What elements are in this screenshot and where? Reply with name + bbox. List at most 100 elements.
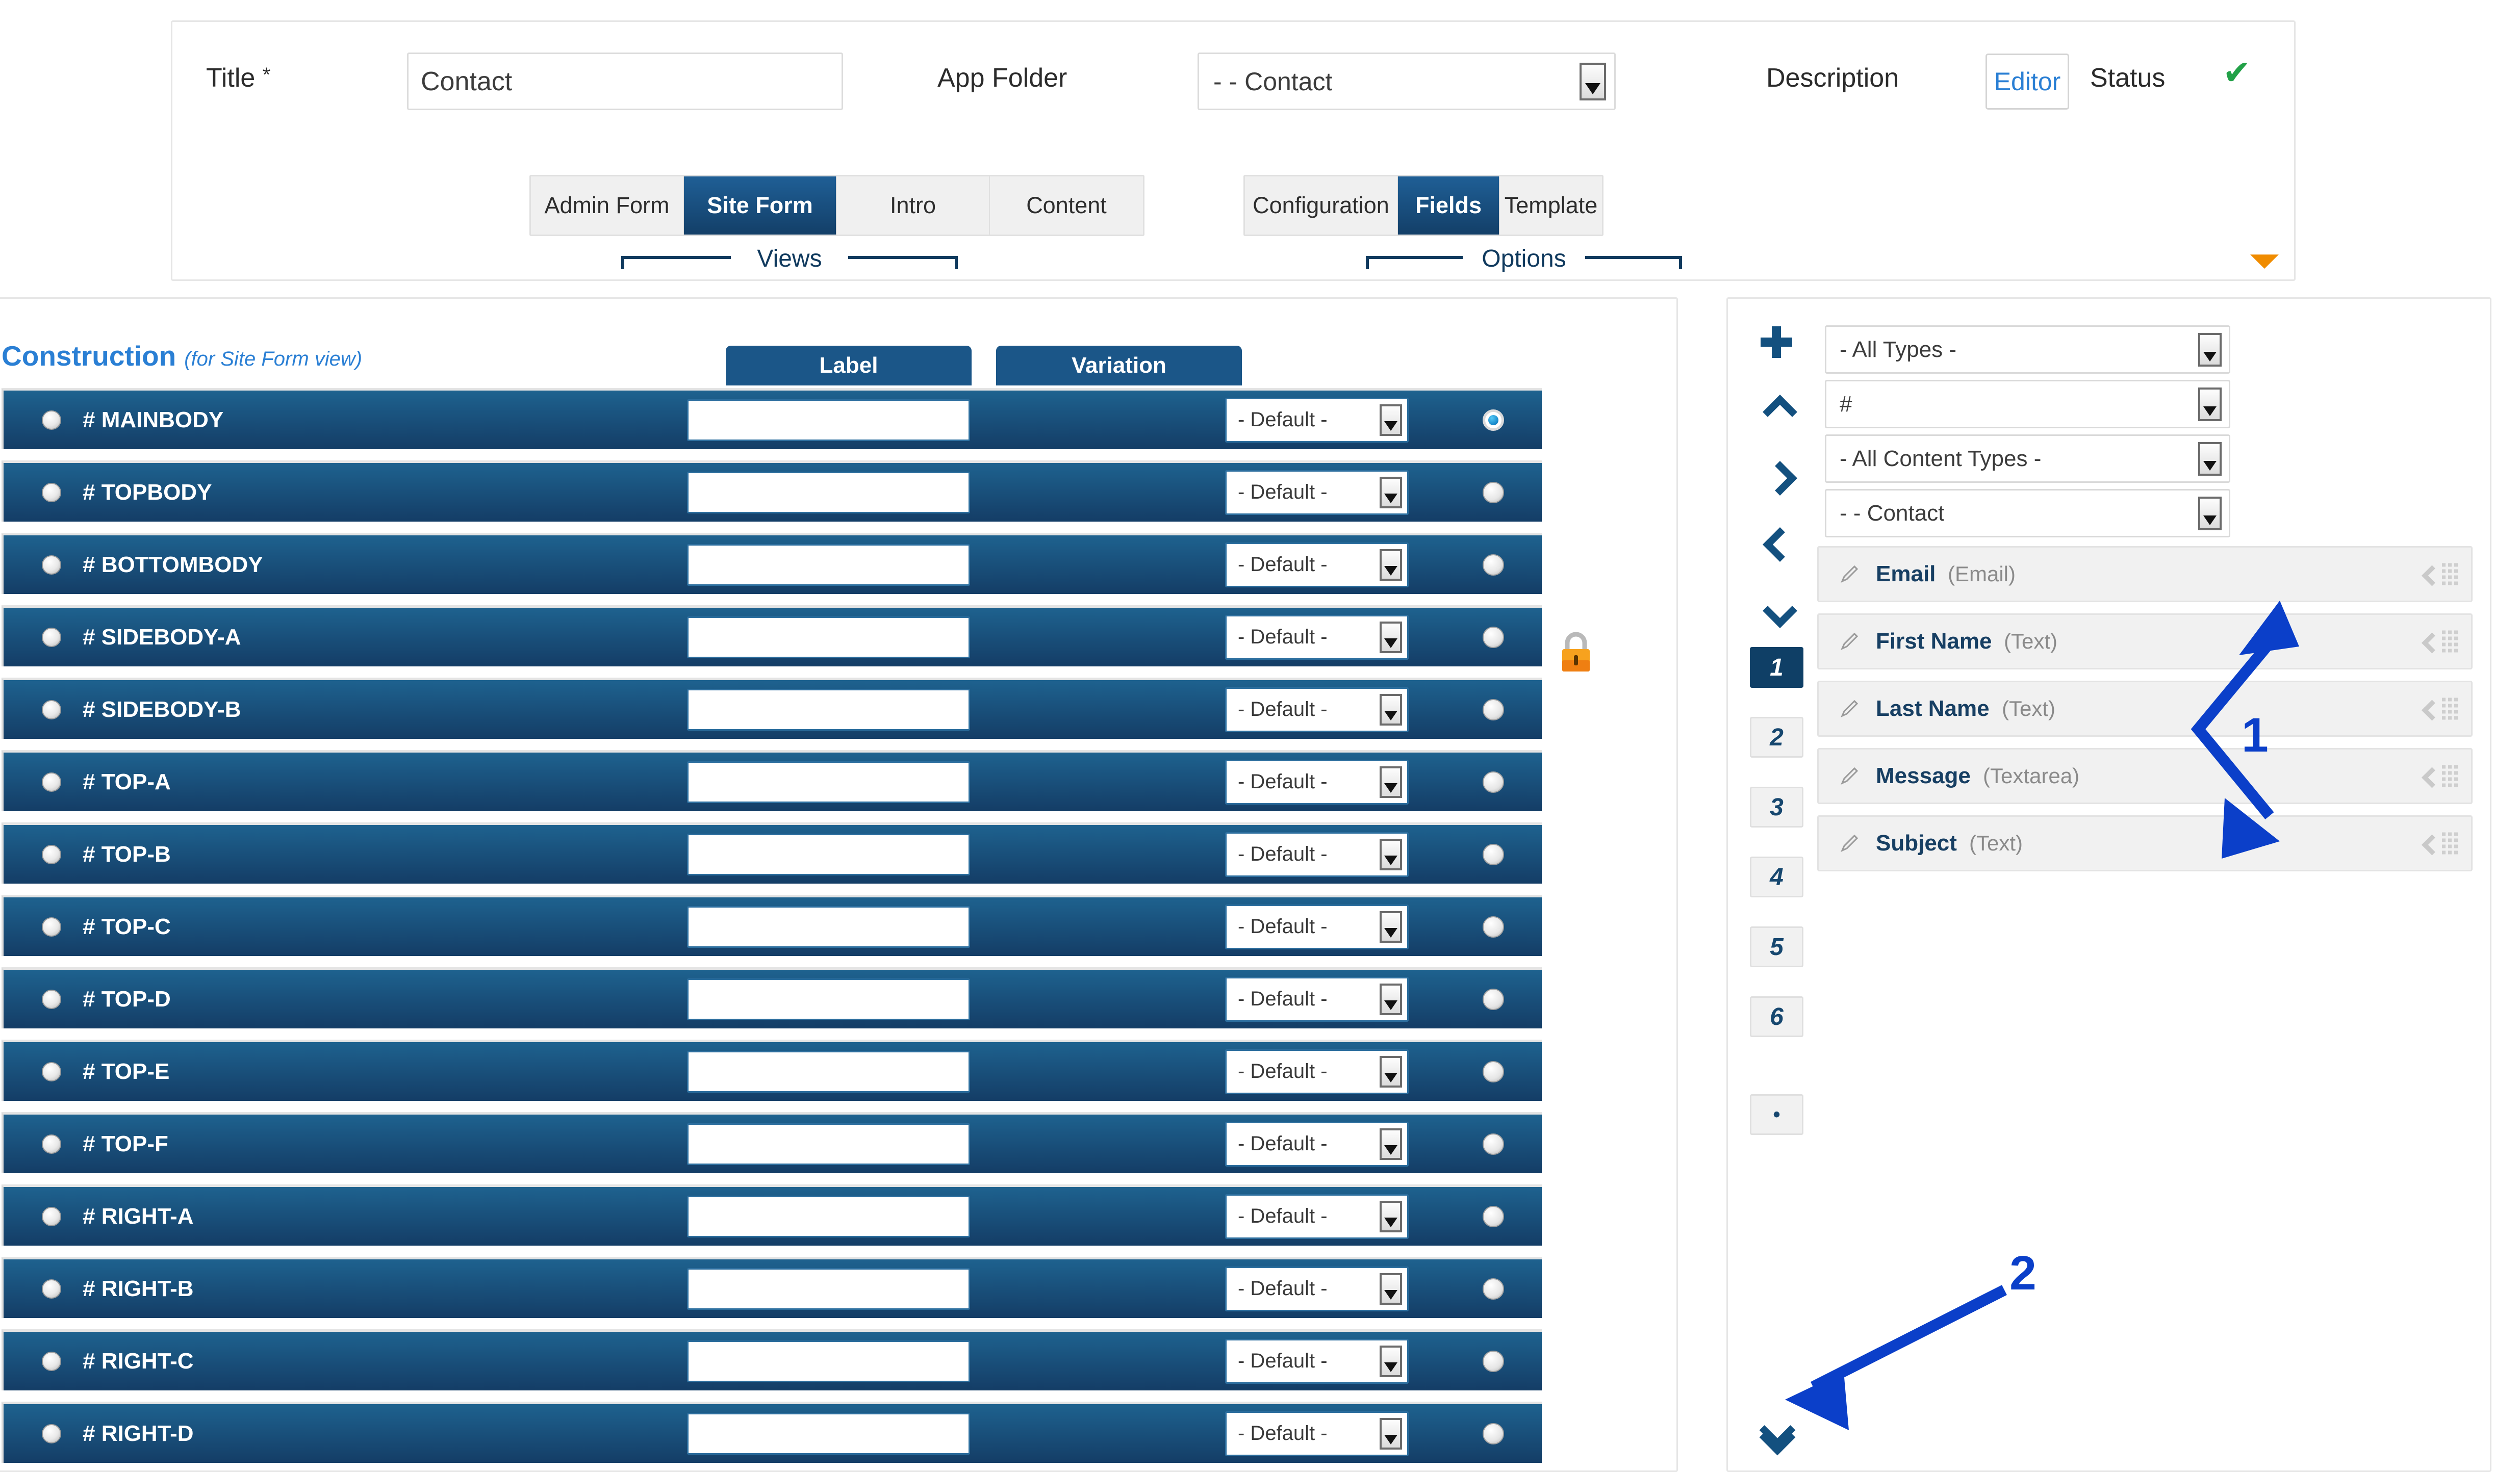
row-variation-select[interactable]: - Default - [1225, 1411, 1409, 1456]
construction-row[interactable]: # RIGHT-C - Default - [2, 1329, 1542, 1390]
position-filter-select[interactable]: # [1825, 380, 2230, 428]
app-folder-select[interactable]: - - Contact [1198, 53, 1616, 110]
construction-row[interactable]: # TOP-A - Default - [2, 750, 1542, 811]
construction-row[interactable]: # TOP-E - Default - [2, 1040, 1542, 1101]
row-variation-select[interactable]: - Default - [1225, 614, 1409, 660]
type-filter-select[interactable]: - All Types - [1825, 325, 2230, 374]
construction-row[interactable]: # SIDEBODY-B - Default - [2, 678, 1542, 739]
tab-fields[interactable]: Fields [1398, 176, 1500, 235]
tab-site-form[interactable]: Site Form [684, 176, 837, 235]
row-variation-select[interactable]: - Default - [1225, 759, 1409, 805]
tab-template[interactable]: Template [1500, 176, 1602, 235]
construction-row[interactable]: # TOP-D - Default - [2, 967, 1542, 1028]
row-select-radio[interactable] [1483, 843, 1504, 865]
row-label-input[interactable] [687, 688, 970, 731]
content-type-filter-select[interactable]: - All Content Types - [1825, 434, 2230, 483]
row-variation-select[interactable]: - Default - [1225, 1049, 1409, 1094]
row-select-radio[interactable] [1483, 1423, 1504, 1444]
page-number-5[interactable]: 5 [1750, 926, 1803, 967]
row-label-input[interactable] [687, 1123, 970, 1165]
row-label-input[interactable] [687, 1195, 970, 1237]
row-select-radio[interactable] [1483, 554, 1504, 576]
row-label-input[interactable] [687, 1268, 970, 1310]
list-item[interactable]: First Name (Text) [1817, 613, 2473, 669]
row-variation-select[interactable]: - Default - [1225, 1121, 1409, 1167]
row-variation-select[interactable]: - Default - [1225, 976, 1409, 1022]
row-label-input[interactable] [687, 616, 970, 658]
list-item[interactable]: Last Name (Text) [1817, 681, 2473, 737]
page-number-2[interactable]: 2 [1750, 717, 1803, 758]
pencil-icon[interactable] [1839, 631, 1860, 652]
row-select-radio[interactable] [1483, 699, 1504, 720]
tab-admin-form[interactable]: Admin Form [531, 176, 684, 235]
row-variation-select[interactable]: - Default - [1225, 542, 1409, 587]
row-variation-select[interactable]: - Default - [1225, 397, 1409, 443]
row-label-input[interactable] [687, 761, 970, 803]
row-variation-select[interactable]: - Default - [1225, 687, 1409, 732]
construction-row[interactable]: # TOP-B - Default - [2, 822, 1542, 884]
row-select-radio[interactable] [1483, 409, 1504, 431]
construction-row[interactable]: # BOTTOMBODY - Default - [2, 533, 1542, 594]
row-select-radio[interactable] [1483, 1205, 1504, 1227]
row-label-input[interactable] [687, 833, 970, 875]
list-item[interactable]: Subject (Text) [1817, 815, 2473, 871]
pencil-icon[interactable] [1839, 699, 1860, 719]
page-number-4[interactable]: 4 [1750, 857, 1803, 897]
drag-handle[interactable] [2422, 630, 2458, 653]
chevron-down-icon-collapse[interactable]: ⏷ [2250, 243, 2279, 278]
move-right-icon[interactable] [1741, 447, 1812, 503]
tab-content[interactable]: Content [990, 176, 1143, 235]
page-number-6[interactable]: 6 [1750, 996, 1803, 1037]
row-select-radio[interactable] [1483, 1350, 1504, 1372]
row-select-radio[interactable] [1483, 1061, 1504, 1082]
construction-row[interactable]: # MAINBODY - Default - [2, 388, 1542, 449]
construction-row[interactable]: # TOP-F - Default - [2, 1112, 1542, 1173]
page-number-more[interactable]: • [1750, 1094, 1803, 1135]
list-item[interactable]: Message (Textarea) [1817, 748, 2473, 804]
row-variation-select[interactable]: - Default - [1225, 904, 1409, 949]
row-select-radio[interactable] [1483, 916, 1504, 938]
pencil-icon[interactable] [1839, 833, 1860, 854]
row-select-radio[interactable] [1483, 771, 1504, 793]
collapse-all-icon[interactable] [1741, 1408, 1812, 1464]
construction-row[interactable]: # TOPBODY - Default - [2, 460, 1542, 522]
construction-row[interactable]: # RIGHT-A - Default - [2, 1184, 1542, 1246]
drag-handle[interactable] [2422, 563, 2458, 585]
title-input[interactable] [407, 53, 843, 110]
folder-filter-select[interactable]: - - Contact [1825, 489, 2230, 537]
row-variation-select[interactable]: - Default - [1225, 470, 1409, 515]
row-label-input[interactable] [687, 399, 970, 441]
description-editor-button[interactable]: Editor [1986, 54, 2069, 110]
tab-intro[interactable]: Intro [837, 176, 990, 235]
page-number-1[interactable]: 1 [1750, 647, 1803, 688]
row-variation-select[interactable]: - Default - [1225, 832, 1409, 877]
construction-row[interactable]: # SIDEBODY-A - Default - [2, 605, 1542, 666]
row-select-radio[interactable] [1483, 626, 1504, 648]
row-variation-select[interactable]: - Default - [1225, 1266, 1409, 1311]
construction-row[interactable]: # RIGHT-B - Default - [2, 1257, 1542, 1318]
construction-row[interactable]: # TOP-C - Default - [2, 895, 1542, 956]
row-label-input[interactable] [687, 471, 970, 513]
page-number-3[interactable]: 3 [1750, 787, 1803, 828]
pencil-icon[interactable] [1839, 564, 1860, 584]
row-label-input[interactable] [687, 1050, 970, 1093]
tab-configuration[interactable]: Configuration [1245, 176, 1398, 235]
construction-row[interactable]: # RIGHT-D - Default - [2, 1402, 1542, 1463]
row-select-radio[interactable] [1483, 1133, 1504, 1155]
row-variation-select[interactable]: - Default - [1225, 1194, 1409, 1239]
move-down-icon[interactable] [1741, 579, 1812, 635]
add-icon[interactable] [1741, 314, 1812, 370]
row-label-input[interactable] [687, 978, 970, 1020]
row-label-input[interactable] [687, 1412, 970, 1455]
row-label-input[interactable] [687, 544, 970, 586]
drag-handle[interactable] [2422, 698, 2458, 720]
pencil-icon[interactable] [1839, 766, 1860, 786]
row-label-input[interactable] [687, 1340, 970, 1382]
drag-handle[interactable] [2422, 765, 2458, 787]
move-left-icon[interactable] [1741, 513, 1812, 569]
move-up-icon[interactable] [1741, 380, 1812, 436]
row-select-radio[interactable] [1483, 988, 1504, 1010]
row-variation-select[interactable]: - Default - [1225, 1338, 1409, 1384]
list-item[interactable]: Email (Email) [1817, 546, 2473, 602]
drag-handle[interactable] [2422, 832, 2458, 855]
